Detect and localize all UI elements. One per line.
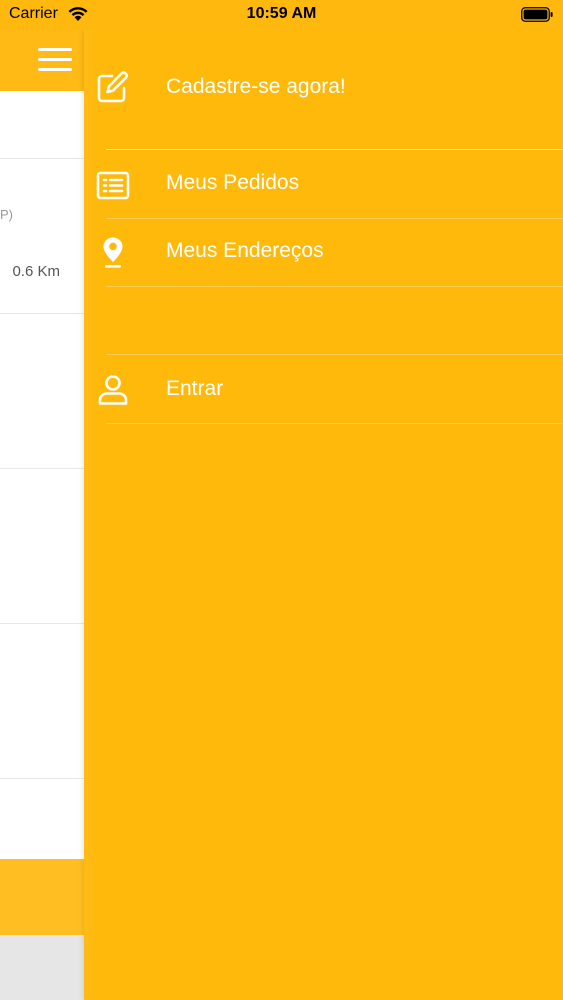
store-list-item[interactable] (0, 469, 84, 624)
menu-item-addresses[interactable]: Meus Endereços (84, 228, 563, 284)
store-list-item[interactable]: P) 0.6 Km (0, 159, 84, 314)
menu-item-login[interactable]: Entrar (84, 366, 563, 422)
hamburger-menu-icon[interactable] (38, 48, 72, 72)
menu-item-label: Meus Pedidos (166, 171, 300, 194)
menu-item-label: Cadastre-se agora! (166, 75, 346, 98)
side-drawer: Cadastre-se agora! Meus Pedidos Meus End… (84, 30, 563, 1000)
store-list-item[interactable] (0, 779, 84, 859)
edit-icon (97, 71, 128, 103)
battery-icon (521, 7, 553, 22)
divider (106, 354, 563, 355)
menu-item-label: Entrar (166, 377, 224, 400)
store-list-item[interactable] (0, 314, 84, 469)
status-bar: Carrier 10:59 AM (0, 0, 563, 30)
user-icon (98, 375, 128, 405)
menu-item-register[interactable]: Cadastre-se agora! (84, 60, 563, 120)
store-info-fragment: P) (0, 207, 13, 222)
map-pin-icon (103, 237, 123, 268)
main-screen: P) 0.6 Km (0, 30, 84, 1000)
search-area[interactable] (0, 91, 84, 159)
divider (106, 286, 563, 287)
store-distance: 0.6 Km (12, 263, 60, 280)
menu-item-orders[interactable]: Meus Pedidos (84, 160, 563, 216)
status-time: 10:59 AM (246, 5, 317, 22)
store-list-item[interactable] (0, 624, 84, 779)
divider (106, 423, 563, 424)
divider (106, 149, 563, 150)
menu-item-label: Meus Endereços (166, 239, 324, 262)
app-header (0, 30, 84, 91)
bottom-action-bar[interactable] (0, 859, 84, 935)
footer-area (0, 935, 84, 1000)
divider (106, 218, 563, 219)
list-icon (96, 171, 130, 200)
